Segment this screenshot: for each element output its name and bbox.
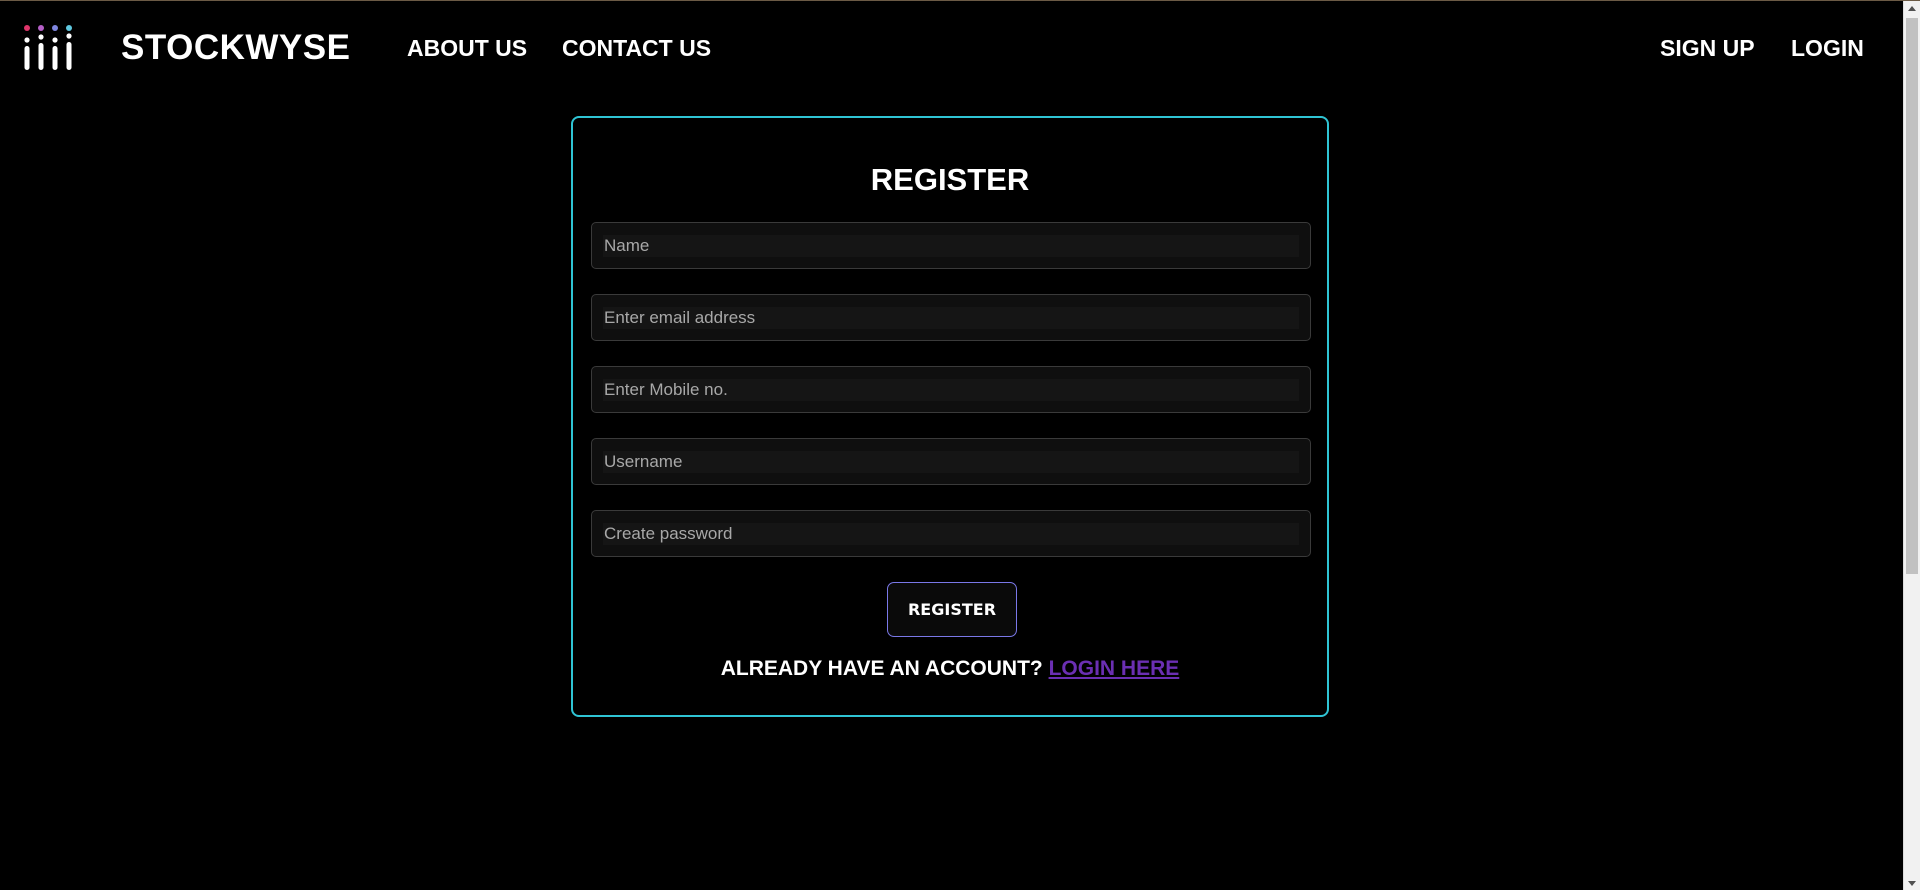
scroll-thumb[interactable] xyxy=(1906,18,1918,574)
register-button[interactable]: REGISTER xyxy=(887,582,1017,637)
register-card: REGISTER REGISTER ALREADY HAVE AN ACCOUN… xyxy=(571,116,1329,717)
username-field-box xyxy=(591,438,1311,485)
nav-contact-us[interactable]: CONTACT US xyxy=(562,34,711,62)
bars-dots-logo-icon[interactable] xyxy=(23,24,73,70)
navbar: STOCKWYSE ABOUT US CONTACT US SIGN UP LO… xyxy=(0,1,1900,96)
login-here-link[interactable]: LOGIN HERE xyxy=(1049,657,1180,680)
vertical-scrollbar[interactable] xyxy=(1903,1,1920,890)
password-input[interactable] xyxy=(603,523,1299,545)
password-field-box xyxy=(591,510,1311,557)
mobile-input[interactable] xyxy=(603,379,1299,401)
name-field-box xyxy=(591,222,1311,269)
register-title: REGISTER xyxy=(870,162,1030,197)
nav-about-us[interactable]: ABOUT US xyxy=(407,34,527,62)
mobile-field-box xyxy=(591,366,1311,413)
already-have-account: ALREADY HAVE AN ACCOUNT? LOGIN HERE xyxy=(573,656,1327,682)
page: STOCKWYSE ABOUT US CONTACT US SIGN UP LO… xyxy=(0,0,1920,890)
nav-sign-up[interactable]: SIGN UP xyxy=(1660,34,1755,62)
scroll-down-arrow-icon[interactable] xyxy=(1908,881,1916,886)
scroll-up-arrow-icon[interactable] xyxy=(1908,6,1916,11)
already-have-account-text: ALREADY HAVE AN ACCOUNT? xyxy=(720,657,1043,680)
email-field-box xyxy=(591,294,1311,341)
email-input[interactable] xyxy=(603,307,1299,329)
brand-name[interactable]: STOCKWYSE xyxy=(121,28,350,68)
name-input[interactable] xyxy=(603,235,1299,257)
username-input[interactable] xyxy=(603,451,1299,473)
nav-login[interactable]: LOGIN xyxy=(1791,34,1864,62)
